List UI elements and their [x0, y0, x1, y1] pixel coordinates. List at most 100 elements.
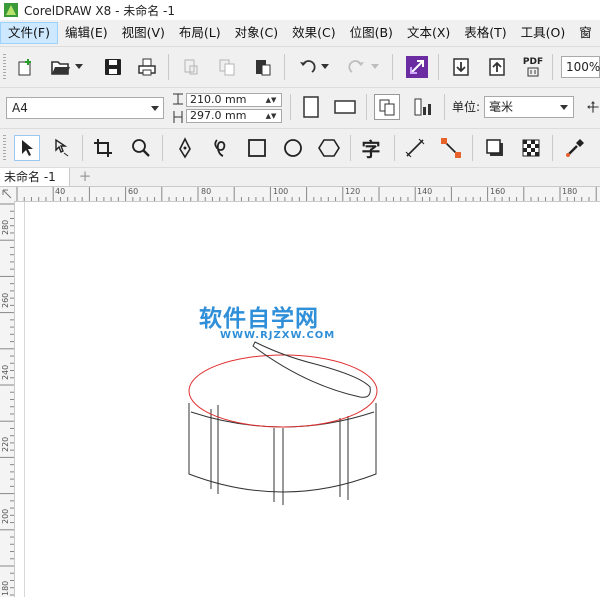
separator [472, 135, 473, 161]
document-tab-bar: 未命名 -1 + [0, 168, 600, 187]
menu-window[interactable]: 窗 [572, 22, 599, 44]
export-icon[interactable] [484, 54, 510, 80]
ellipse-tool-icon[interactable] [280, 135, 306, 161]
zoom-tool-icon[interactable] [128, 135, 154, 161]
page-height-field[interactable]: 297.0 mm ▲▼ [186, 109, 282, 123]
undo-icon[interactable] [294, 54, 320, 80]
separator [392, 54, 393, 80]
pen-tool-icon[interactable] [172, 135, 198, 161]
print-icon[interactable] [134, 54, 160, 80]
unit-label: 单位: [452, 100, 481, 114]
ruler-tick-label: 60 [128, 187, 139, 196]
redo-dropdown-icon[interactable] [368, 54, 382, 80]
separator [366, 94, 367, 120]
separator [82, 135, 83, 161]
horizontal-ruler[interactable]: 40 60 80 100 120 140 160 180 [14, 187, 600, 202]
save-icon[interactable] [100, 54, 126, 80]
menu-tools[interactable]: 工具(O) [514, 22, 573, 44]
pick-tool-icon[interactable] [14, 135, 40, 161]
menu-text[interactable]: 文本(X) [400, 22, 457, 44]
ruler-origin[interactable] [0, 187, 15, 202]
menu-bitmaps[interactable]: 位图(B) [343, 22, 400, 44]
ruler-tick-label: 240 [1, 364, 10, 380]
open-dropdown-icon[interactable] [72, 54, 86, 80]
publish-pdf-icon[interactable]: PDF [520, 54, 546, 80]
rectangle-tool-icon[interactable] [244, 135, 270, 161]
dimension-tool-icon[interactable] [402, 135, 428, 161]
import-icon[interactable] [448, 54, 474, 80]
chevron-down-icon [151, 106, 159, 111]
unit-value: 毫米 [489, 100, 514, 114]
vertical-ruler[interactable]: 280 260 240 220 200 180 [0, 201, 15, 597]
ruler-tick-label: 160 [490, 187, 506, 196]
toolbar-grip[interactable] [3, 135, 6, 161]
menu-table[interactable]: 表格(T) [457, 22, 513, 44]
handle-shape[interactable] [252, 341, 371, 398]
ruler-tick-label: 140 [417, 187, 433, 196]
drawing-canvas[interactable]: 软件自学网 WWW.RJZXW.COM [15, 202, 600, 597]
separator [444, 94, 445, 120]
all-pages-icon[interactable] [374, 94, 400, 120]
page-width-field[interactable]: 210.0 mm ▲▼ [186, 93, 282, 107]
ruler-tick-label: 180 [1, 580, 10, 596]
current-page-icon[interactable] [410, 94, 436, 120]
separator [168, 54, 169, 80]
spinner-icon[interactable]: ▲▼ [262, 111, 280, 121]
drop-shadow-tool-icon[interactable] [482, 135, 508, 161]
redo-icon[interactable] [344, 54, 370, 80]
separator [162, 135, 163, 161]
property-bar: A4 210.0 mm ▲▼ 297.0 mm ▲▼ 单位: 毫米 [0, 88, 600, 129]
menu-file[interactable]: 文件(F) [0, 22, 58, 44]
height-icon [173, 111, 183, 123]
paste-icon[interactable] [250, 54, 276, 80]
document-tab[interactable]: 未命名 -1 [0, 168, 70, 186]
open-icon[interactable] [48, 54, 74, 80]
chevron-down-icon [560, 105, 568, 110]
standard-toolbar: PDF 100% [0, 47, 600, 88]
ruler-tick-label: 200 [1, 508, 10, 524]
copy-icon[interactable] [214, 54, 240, 80]
horizontal-ruler-ticks [16, 187, 597, 201]
launcher-icon[interactable] [404, 54, 430, 80]
new-document-icon[interactable] [12, 54, 38, 80]
polygon-tool-icon[interactable] [316, 135, 342, 161]
spinner-icon[interactable]: ▲▼ [262, 95, 280, 105]
landscape-icon[interactable] [332, 94, 358, 120]
separator [284, 54, 285, 80]
shape-tool-icon[interactable] [48, 135, 74, 161]
ruler-tick-label: 40 [55, 187, 66, 196]
vertical-ruler-ticks [0, 203, 14, 596]
page-size-value: A4 [12, 101, 28, 115]
cut-icon[interactable] [178, 54, 204, 80]
crop-tool-icon[interactable] [90, 135, 116, 161]
connector-tool-icon[interactable] [438, 135, 464, 161]
cylinder-strip-right[interactable] [339, 416, 349, 500]
freehand-tool-icon[interactable] [208, 135, 234, 161]
text-tool-icon[interactable]: 字 [358, 135, 384, 161]
nudge-icon[interactable] [586, 94, 600, 120]
menu-edit[interactable]: 编辑(E) [58, 22, 115, 44]
page-size-select[interactable]: A4 [6, 97, 164, 119]
menu-view[interactable]: 视图(V) [115, 22, 172, 44]
undo-dropdown-icon[interactable] [318, 54, 332, 80]
add-tab-icon[interactable]: + [76, 168, 94, 186]
transparency-tool-icon[interactable] [518, 135, 544, 161]
ruler-tick-label: 180 [562, 187, 578, 196]
separator [394, 135, 395, 161]
cylinder-strip-center[interactable] [273, 428, 284, 505]
unit-select[interactable]: 毫米 [484, 96, 574, 118]
ruler-tick-label: 100 [273, 187, 289, 196]
pdf-label: PDF [522, 56, 544, 67]
zoom-level-field[interactable]: 100% [561, 56, 600, 78]
toolbar-grip[interactable] [3, 54, 6, 80]
ruler-tick-label: 220 [1, 436, 10, 452]
coreldraw-logo-icon [4, 3, 18, 17]
menu-object[interactable]: 对象(C) [228, 22, 285, 44]
menu-effects[interactable]: 效果(C) [285, 22, 342, 44]
portrait-icon[interactable] [298, 94, 324, 120]
page-height-value: 297.0 mm [190, 109, 247, 122]
window-title: CorelDRAW X8 - 未命名 -1 [24, 3, 176, 18]
title-bar: CorelDRAW X8 - 未命名 -1 [0, 0, 600, 20]
menu-layout[interactable]: 布局(L) [172, 22, 228, 44]
eyedropper-tool-icon[interactable] [562, 135, 588, 161]
